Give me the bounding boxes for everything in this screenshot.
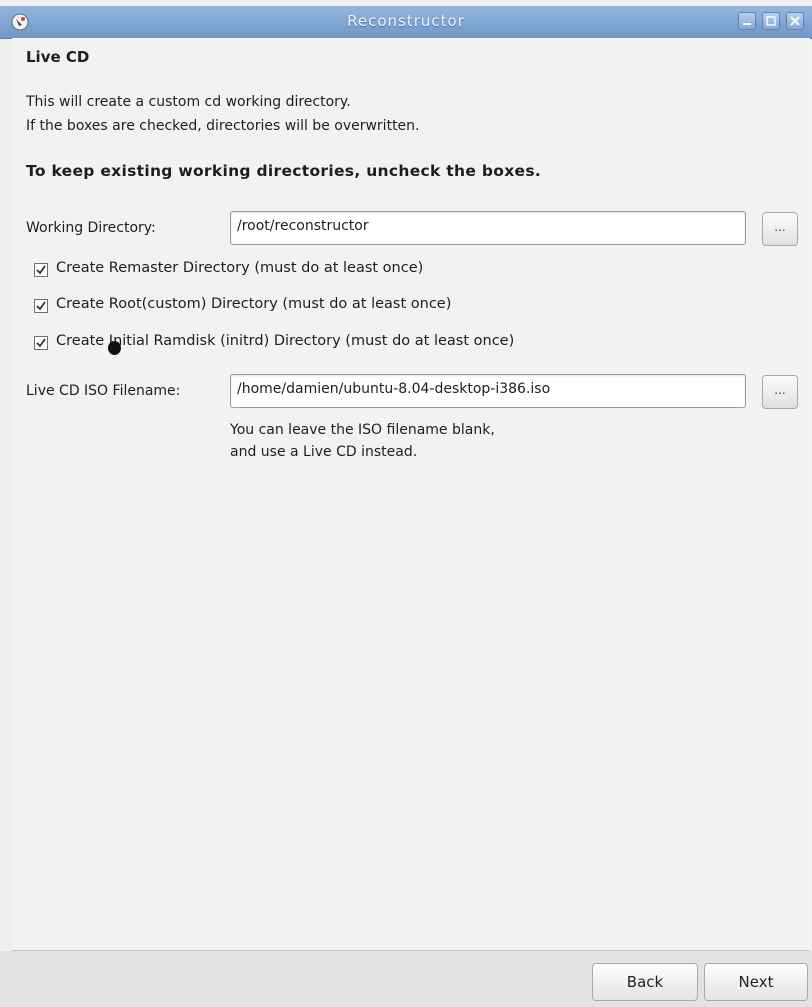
checkmark-icon[interactable] [34,299,48,313]
iso-filename-input[interactable]: /home/damien/ubuntu-8.04-desktop-i386.is… [230,374,746,408]
iso-hint-line-1: You can leave the ISO filename blank, [230,422,495,438]
checkbox-initrd-label: Create Initial Ramdisk (initrd) Director… [56,333,515,349]
working-directory-browse-button[interactable]: ... [762,212,798,246]
description-line-2: If the boxes are checked, directories wi… [26,118,420,134]
iso-hint-line-2: and use a Live CD instead. [230,444,418,460]
iso-browse-button[interactable]: ... [762,375,798,409]
page-title: Live CD [26,48,90,66]
checkmark-icon[interactable] [34,263,48,277]
checkbox-remaster-label: Create Remaster Directory (must do at le… [56,260,424,276]
close-icon [790,16,800,26]
minimize-icon [743,23,751,25]
next-button[interactable]: Next [704,963,808,1001]
working-directory-label: Working Directory: [26,220,156,236]
maximize-icon [766,16,776,26]
window-title: Reconstructor [347,12,465,30]
checkbox-root-custom-label: Create Root(custom) Directory (must do a… [56,296,452,312]
minimize-button[interactable] [738,12,756,30]
warning-text: To keep existing working directories, un… [26,162,542,180]
button-bar: Back Next [0,951,812,1007]
mouse-cursor [108,341,121,355]
back-button[interactable]: Back [592,963,698,1001]
working-directory-input[interactable]: /root/reconstructor [230,211,746,245]
title-bar[interactable]: Reconstructor [0,6,812,39]
maximize-button[interactable] [762,12,780,30]
description-line-1: This will create a custom cd working dir… [26,94,351,110]
reconstructor-window: Reconstructor Live CD This will create a… [0,0,812,1007]
checkmark-icon[interactable] [34,336,48,350]
iso-filename-label: Live CD ISO Filename: [26,383,181,399]
close-button[interactable] [786,12,804,30]
